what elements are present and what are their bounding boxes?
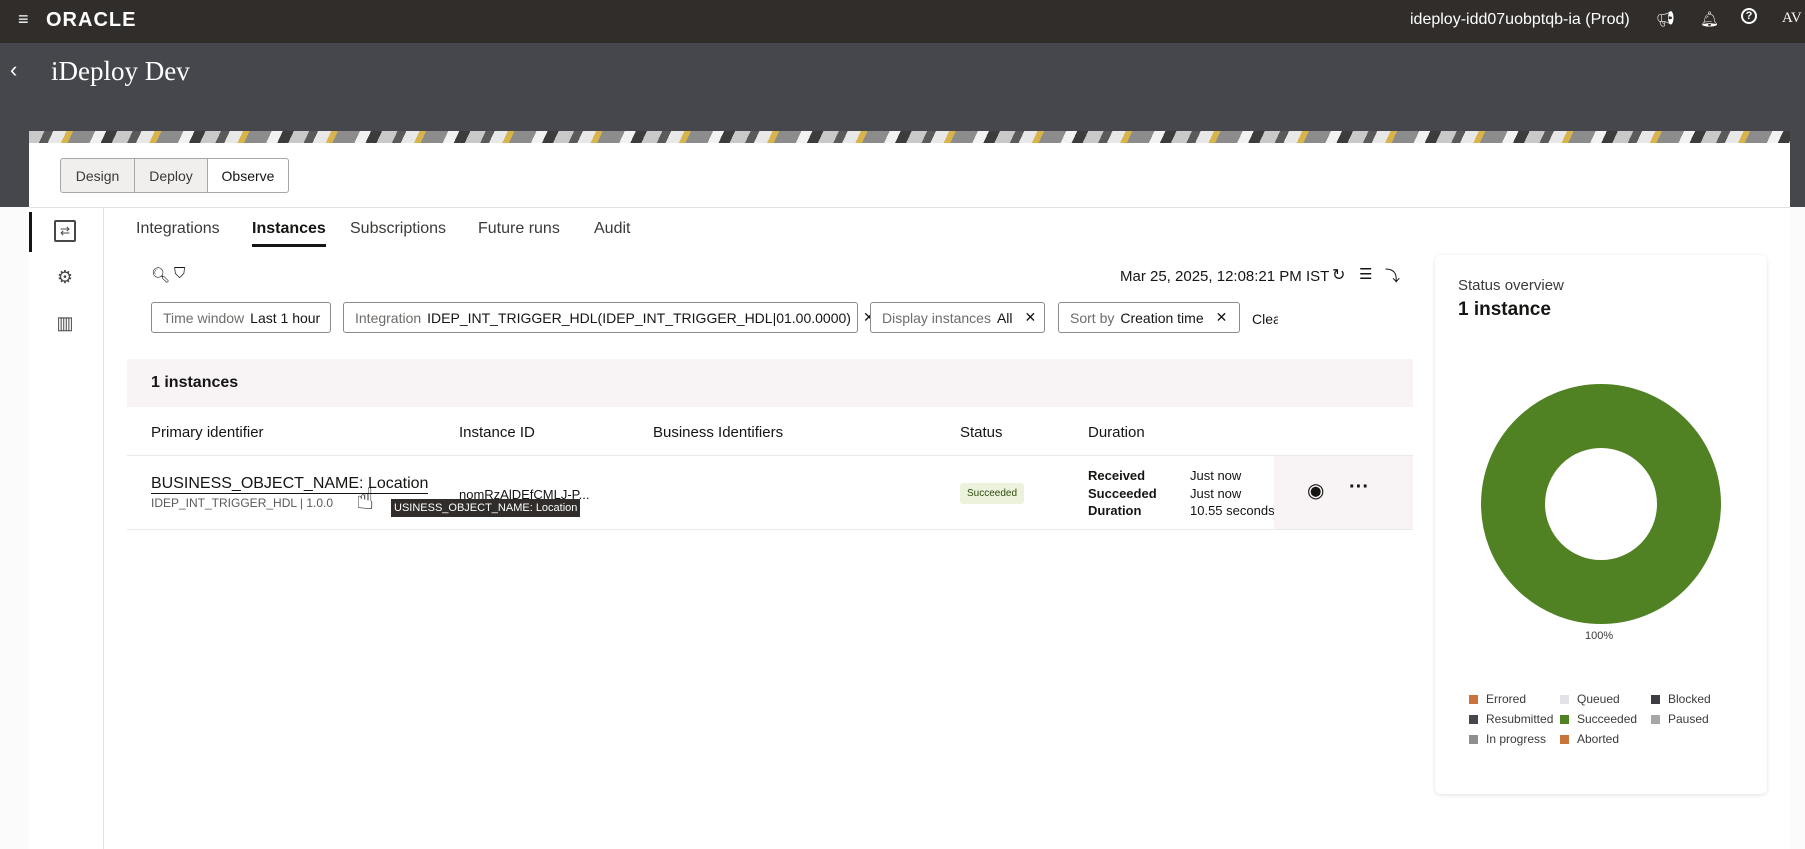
legend-item-aborted: Aborted <box>1560 732 1619 746</box>
mode-observe-button[interactable]: Observe <box>207 158 289 193</box>
received-value: Just now <box>1190 468 1242 483</box>
decorative-banner <box>29 131 1790 143</box>
top-bar: ≡ ORACLE ideploy-idd07uobptqb-ia (Prod) … <box>0 0 1805 43</box>
mode-deploy-button[interactable]: Deploy <box>134 158 208 193</box>
duration-label: Duration <box>1088 503 1142 518</box>
more-actions-icon[interactable]: ··· <box>1349 476 1369 499</box>
legend-item-paused: Paused <box>1651 712 1709 726</box>
legend-label: Aborted <box>1577 732 1620 746</box>
rail-active-marker <box>29 212 32 252</box>
legend-label: Blocked <box>1668 692 1711 706</box>
legend-swatch <box>1560 694 1569 704</box>
results-count-band: 1 instances <box>127 359 1413 407</box>
rail-divider <box>103 208 104 849</box>
tab-subscriptions[interactable]: Subscriptions <box>350 220 446 238</box>
legend-label: Paused <box>1668 712 1709 726</box>
column-header[interactable]: Business Identifiers <box>653 424 783 441</box>
row-actions: ◉ ··· <box>1274 456 1413 529</box>
close-icon[interactable]: ✕ <box>1025 309 1037 326</box>
refresh-icon[interactable]: ↻ <box>1332 265 1345 285</box>
building-icon[interactable]: ▥ <box>54 312 76 334</box>
list-view-icon[interactable]: ☰ <box>1359 265 1372 283</box>
legend-swatch <box>1469 714 1478 724</box>
last-refreshed-timestamp: Mar 25, 2025, 12:08:21 PM IST <box>1120 268 1330 285</box>
duration-value: 10.55 seconds <box>1190 503 1275 518</box>
chip-value: Last 1 hour <box>250 309 321 326</box>
back-chevron-icon[interactable]: ‹ <box>10 57 17 83</box>
succeeded-label: Succeeded <box>1088 486 1157 501</box>
avatar[interactable]: AV <box>1782 10 1802 27</box>
legend-label: Succeeded <box>1577 712 1638 726</box>
hamburger-menu-icon[interactable]: ≡ <box>18 9 29 30</box>
legend-label: Queued <box>1577 692 1620 706</box>
status-donut-chart <box>1481 384 1721 624</box>
chip-label: Sort by <box>1070 309 1115 326</box>
tooltip: USINESS_OBJECT_NAME: Location <box>391 499 581 517</box>
mode-design-button[interactable]: Design <box>60 158 135 193</box>
filter-icon[interactable]: ⛉ <box>174 265 185 282</box>
filter-chip-time-window[interactable]: Time window Last 1 hour <box>151 302 331 333</box>
oracle-logo: ORACLE <box>46 9 137 31</box>
legend-item-resubmitted: Resubmitted <box>1469 712 1553 726</box>
chip-label: Integration <box>355 309 422 326</box>
chip-value: IDEP_INT_TRIGGER_HDL(IDEP_INT_TRIGGER_HD… <box>427 309 851 326</box>
help-icon[interactable]: ? <box>1741 8 1757 24</box>
status-badge: Succeeded <box>960 483 1025 504</box>
view-eye-icon[interactable]: ◉ <box>1307 478 1324 503</box>
chip-label: Time window <box>163 309 245 326</box>
received-label: Received <box>1088 468 1146 483</box>
search-icon[interactable]: 🔍︎ <box>151 266 170 284</box>
clear-filters-link[interactable]: Clea <box>1252 311 1278 327</box>
legend-swatch <box>1651 694 1660 704</box>
legend-swatch <box>1469 694 1478 704</box>
filter-chip-integration[interactable]: Integration IDEP_INT_TRIGGER_HDL(IDEP_INT… <box>343 302 875 333</box>
tab-audit[interactable]: Audit <box>594 220 630 238</box>
tab-future-runs[interactable]: Future runs <box>478 220 560 238</box>
filter-chip-display-instances[interactable]: Display instances All ✕ <box>870 302 1045 333</box>
table-row[interactable]: BUSINESS_OBJECT_NAME: Location IDEP_INT_… <box>127 456 1413 530</box>
tab-integrations[interactable]: Integrations <box>136 220 220 238</box>
legend-item-errored: Errored <box>1469 692 1526 706</box>
legend-item-in-progress: In progress <box>1469 732 1546 746</box>
announcement-icon[interactable]: 📢︎ <box>1656 10 1675 28</box>
hand-cursor-icon: ☝︎ <box>356 483 375 516</box>
tab-instances[interactable]: Instances <box>252 220 326 247</box>
divider <box>29 207 1790 208</box>
legend-item-succeeded: Succeeded <box>1560 712 1637 726</box>
slice-label: 100% <box>1585 630 1614 642</box>
column-header[interactable]: Duration <box>1088 424 1145 441</box>
integration-version: IDEP_INT_TRIGGER_HDL | 1.0.0 <box>151 496 334 510</box>
legend-label: In progress <box>1486 732 1547 746</box>
scheduler-icon[interactable]: ⚙︎ <box>54 266 76 288</box>
legend-item-blocked: Blocked <box>1651 692 1711 706</box>
succeeded-value: Just now <box>1190 486 1242 501</box>
filter-chip-sort-by[interactable]: Sort by Creation time ✕ <box>1058 302 1240 333</box>
donut-slice-succeeded[interactable] <box>1481 384 1721 624</box>
primary-identifier-link[interactable]: BUSINESS_OBJECT_NAME: Location <box>151 475 429 494</box>
legend-swatch <box>1469 734 1478 744</box>
chip-value: All <box>996 309 1013 326</box>
column-header[interactable]: Primary identifier <box>151 424 264 441</box>
legend-swatch <box>1560 714 1569 724</box>
chip-label: Display instances <box>882 309 991 326</box>
page-title: iDeploy Dev <box>51 56 190 86</box>
chip-value: Creation time <box>1120 309 1204 326</box>
column-header[interactable]: Status <box>960 424 1003 441</box>
legend-item-queued: Queued <box>1560 692 1620 706</box>
legend-label: Errored <box>1486 692 1527 706</box>
column-header[interactable]: Instance ID <box>459 424 535 441</box>
monitor-icon[interactable]: ⇄ <box>54 220 76 242</box>
legend-label: Resubmitted <box>1486 712 1554 726</box>
legend-swatch <box>1560 734 1569 744</box>
legend-swatch <box>1651 714 1660 724</box>
status-overview-panel: Status overview 1 instance 100% Errored Q… <box>1435 255 1767 794</box>
expand-icon[interactable]: ⤵ <box>1385 265 1400 286</box>
environment-name: ideploy-idd07uobptqb-ia (Prod) <box>1410 11 1630 28</box>
bell-icon[interactable]: 🔔︎ <box>1700 10 1719 28</box>
results-count: 1 instances <box>151 374 239 391</box>
close-icon[interactable]: ✕ <box>1216 309 1228 326</box>
